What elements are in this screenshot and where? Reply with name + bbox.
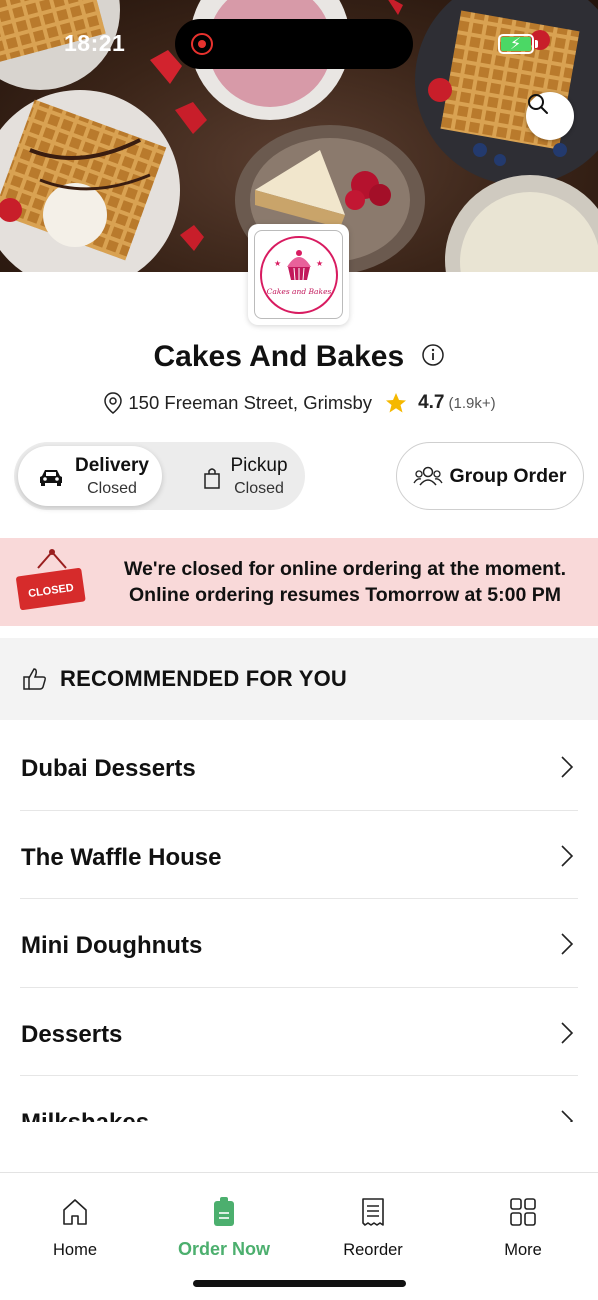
car-icon	[40, 470, 62, 486]
recommended-header[interactable]: RECOMMENDED FOR YOU	[0, 638, 598, 720]
cupcake-logo-icon: ★ ★ Cakes and Bakes	[259, 235, 338, 314]
chevron-right-icon	[561, 1021, 574, 1044]
nav-more[interactable]: More	[448, 1195, 598, 1260]
location-pin-icon	[104, 392, 123, 414]
store-name: Cakes And Bakes	[153, 340, 405, 373]
order-bag-icon	[214, 1197, 234, 1226]
charging-bolt-icon: ⚡	[510, 36, 522, 53]
shopping-bag-icon	[204, 468, 220, 489]
rating-count: (1.9k+)	[448, 394, 496, 412]
search-button[interactable]	[526, 92, 574, 140]
logo-text: Cakes and Bakes	[266, 287, 331, 296]
star-icon	[386, 393, 407, 413]
store-address: 150 Freeman Street, Grimsby	[128, 392, 373, 413]
recommended-title: RECOMMENDED FOR YOU	[60, 666, 347, 691]
category-row-desserts[interactable]: Desserts	[20, 988, 578, 1076]
pickup-label: Pickup	[230, 455, 288, 476]
battery-cap	[535, 40, 538, 48]
receipt-icon	[362, 1198, 384, 1226]
store-rating: 4.7	[418, 392, 445, 413]
category-row-milkshakes[interactable]: Milkshakes	[20, 1076, 578, 1122]
order-mode-toggle: Delivery Closed Pickup Closed	[14, 442, 305, 510]
closed-message-line2: Online ordering resumes Tomorrow at 5:00…	[129, 584, 561, 606]
nav-order-now[interactable]: Order Now	[149, 1195, 299, 1260]
store-title: Cakes And Bakes	[0, 340, 598, 374]
pickup-option[interactable]: Pickup Closed	[174, 446, 302, 506]
chevron-right-icon	[561, 756, 574, 778]
category-label: Milkshakes	[21, 1109, 149, 1122]
chevron-right-icon	[561, 1110, 574, 1122]
thumbs-up-icon	[23, 668, 46, 690]
store-logo: ★ ★ Cakes and Bakes	[248, 224, 349, 325]
svg-text:★: ★	[274, 259, 281, 268]
delivery-option[interactable]: Delivery Closed	[18, 446, 162, 506]
category-label: Dubai Desserts	[21, 755, 196, 782]
closed-message-line1: We're closed for online ordering at the …	[123, 558, 566, 580]
nav-more-label: More	[504, 1241, 542, 1259]
home-indicator[interactable]	[193, 1280, 406, 1287]
nav-order-now-label: Order Now	[177, 1239, 270, 1259]
category-label: Desserts	[21, 1020, 123, 1048]
nav-reorder-label: Reorder	[343, 1241, 403, 1259]
battery-icon: ⚡	[498, 34, 534, 54]
category-row-dubai-desserts[interactable]: Dubai Desserts	[20, 722, 578, 811]
chevron-right-icon	[561, 844, 574, 867]
category-label: Mini Doughnuts	[21, 932, 203, 959]
closed-sign-icon: CLOSED	[16, 549, 86, 611]
info-icon[interactable]	[421, 343, 445, 367]
group-order-button[interactable]: Group Order	[396, 442, 584, 510]
delivery-label: Delivery	[75, 455, 149, 476]
chevron-right-icon	[561, 933, 574, 955]
store-meta: 150 Freeman Street, Grimsby 4.7 (1.9k+)	[0, 391, 598, 415]
nav-reorder[interactable]: Reorder	[298, 1195, 448, 1260]
category-row-mini-doughnuts[interactable]: Mini Doughnuts	[20, 899, 578, 988]
nav-home[interactable]: Home	[0, 1195, 150, 1260]
recording-icon	[191, 33, 213, 55]
category-row-the-waffle-house[interactable]: The Waffle House	[20, 811, 578, 899]
delivery-status: Closed	[87, 480, 137, 497]
pickup-status: Closed	[234, 480, 284, 497]
group-people-icon	[413, 466, 444, 486]
category-list: Dubai Desserts The Waffle House Mini Dou…	[0, 722, 598, 1122]
svg-text:★: ★	[316, 259, 323, 268]
closed-banner: CLOSED We're closed for online ordering …	[0, 538, 598, 626]
dynamic-island	[175, 19, 413, 69]
status-time: 18:21	[64, 30, 126, 56]
category-label: The Waffle House	[21, 843, 222, 871]
nav-home-label: Home	[52, 1241, 97, 1259]
search-icon	[528, 94, 548, 114]
home-icon	[63, 1199, 87, 1225]
grid-menu-icon	[510, 1198, 536, 1226]
group-order-label: Group Order	[449, 464, 567, 487]
